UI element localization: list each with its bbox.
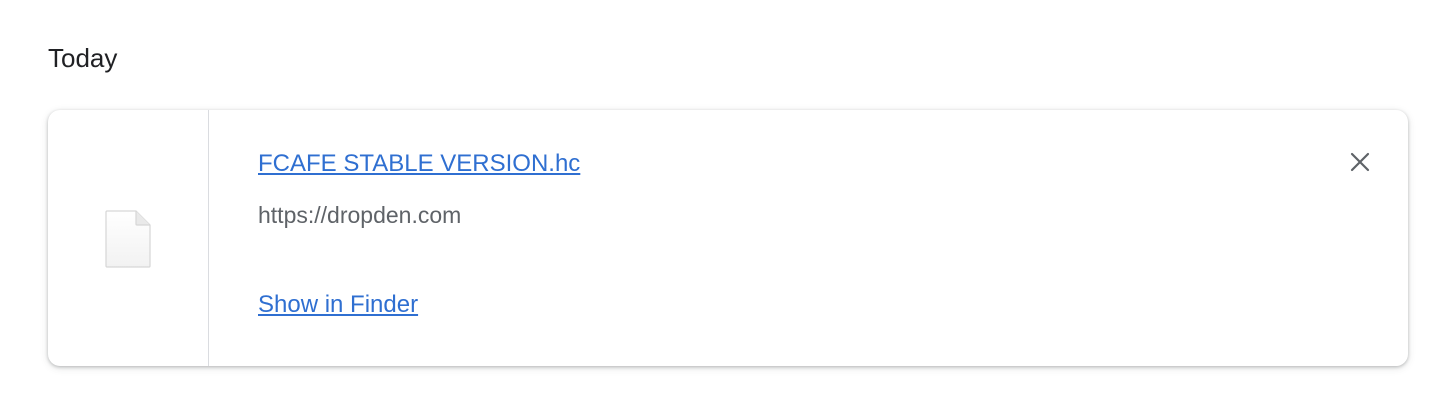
remove-from-list-button[interactable] xyxy=(1342,144,1378,180)
show-in-finder-link[interactable]: Show in Finder xyxy=(258,289,418,321)
file-icon-column xyxy=(48,110,209,366)
date-group-heading: Today xyxy=(48,43,118,73)
downloads-page: Today FCAFE STABLE VERSION.hc https://dr… xyxy=(0,0,1450,416)
close-icon xyxy=(1350,152,1370,172)
source-url: https://dropden.com xyxy=(258,202,462,228)
file-name-link[interactable]: FCAFE STABLE VERSION.hc xyxy=(258,148,580,180)
download-item-card: FCAFE STABLE VERSION.hc https://dropden.… xyxy=(48,110,1408,366)
file-icon xyxy=(105,210,151,268)
